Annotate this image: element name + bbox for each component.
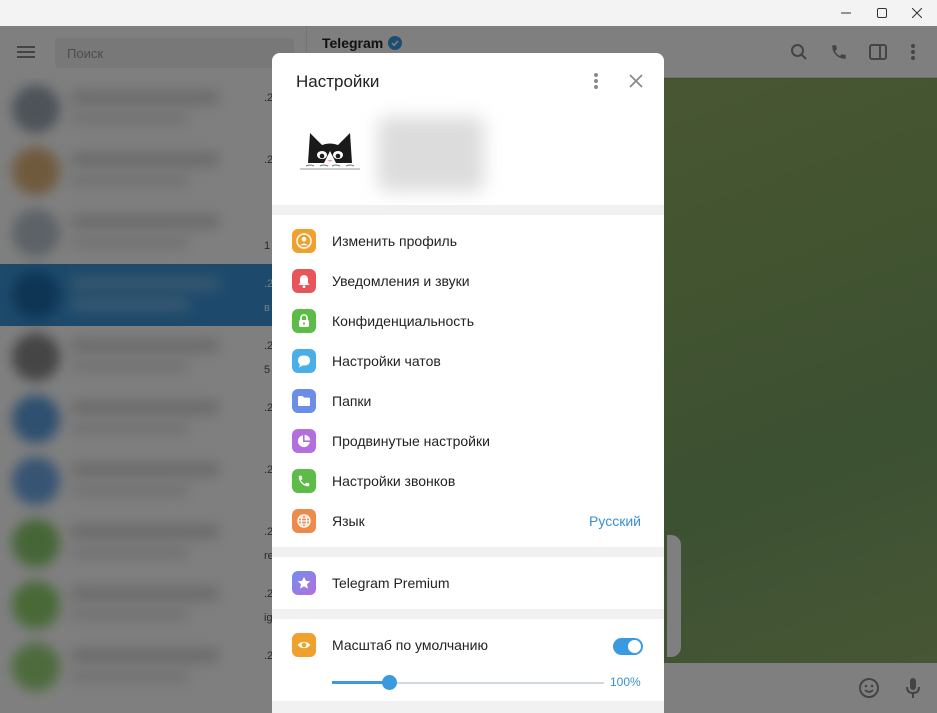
settings-header: Настройки (272, 53, 664, 205)
pie-chart-icon (292, 429, 316, 453)
lock-icon (292, 309, 316, 333)
settings-item-label: Язык (332, 513, 365, 529)
maximize-button[interactable] (866, 0, 898, 26)
eye-icon (292, 633, 316, 657)
close-window-button[interactable] (901, 0, 933, 26)
language-value: Русский (589, 513, 641, 529)
folder-icon (292, 389, 316, 413)
person-icon (292, 229, 316, 253)
scale-slider[interactable] (332, 673, 604, 693)
slider-handle[interactable] (382, 675, 397, 690)
settings-item-privacy[interactable]: Конфиденциальность (272, 301, 664, 341)
star-icon (292, 571, 316, 595)
window-titlebar (0, 0, 937, 26)
settings-item-label: Настройки чатов (332, 353, 441, 369)
cat-avatar-icon (300, 133, 360, 170)
settings-item-edit-profile[interactable]: Изменить профиль (272, 221, 664, 261)
settings-item-language[interactable]: Язык Русский (272, 501, 664, 541)
settings-item-label: Настройки звонков (332, 473, 456, 489)
profile-name-blurred[interactable] (378, 117, 484, 191)
close-icon (629, 74, 643, 88)
scale-value: 100% (610, 675, 641, 689)
settings-item-label: Папки (332, 393, 372, 409)
minimize-icon (841, 12, 851, 14)
settings-item-label: Продвинутые настройки (332, 433, 490, 449)
settings-item-calls[interactable]: Настройки звонков (272, 461, 664, 501)
settings-item-premium[interactable]: Telegram Premium (272, 563, 664, 603)
more-vertical-icon (594, 73, 598, 89)
settings-close-button[interactable] (624, 69, 648, 93)
globe-icon (292, 509, 316, 533)
settings-item-advanced[interactable]: Продвинутые настройки (272, 421, 664, 461)
bell-icon (292, 269, 316, 293)
settings-title: Настройки (296, 72, 380, 91)
scale-section: Масштаб по умолчанию 100% (272, 619, 664, 701)
settings-item-label: Telegram Premium (332, 575, 450, 591)
phone-icon (292, 469, 316, 493)
settings-more-button[interactable] (584, 69, 608, 93)
settings-dialog: Настройки Изменить профиль Уведомления и… (272, 53, 664, 713)
settings-menu: Изменить профиль Уведомления и звуки Кон… (272, 215, 664, 547)
close-icon (912, 8, 922, 18)
settings-item-chat-settings[interactable]: Настройки чатов (272, 341, 664, 381)
maximize-icon (877, 8, 887, 18)
slider-fill (332, 681, 389, 684)
toggle-knob (628, 640, 641, 653)
minimize-button[interactable] (830, 0, 862, 26)
settings-item-label: Конфиденциальность (332, 313, 475, 329)
premium-section: Telegram Premium (272, 557, 664, 609)
settings-item-notifications[interactable]: Уведомления и звуки (272, 261, 664, 301)
settings-item-label: Уведомления и звуки (332, 273, 470, 289)
chat-bubble-icon (292, 349, 316, 373)
settings-item-default-scale[interactable]: Масштаб по умолчанию (272, 625, 664, 665)
settings-item-label: Масштаб по умолчанию (332, 637, 488, 653)
scale-toggle[interactable] (613, 638, 643, 655)
settings-item-folders[interactable]: Папки (272, 381, 664, 421)
profile-avatar[interactable] (296, 119, 364, 187)
settings-item-label: Изменить профиль (332, 233, 457, 249)
